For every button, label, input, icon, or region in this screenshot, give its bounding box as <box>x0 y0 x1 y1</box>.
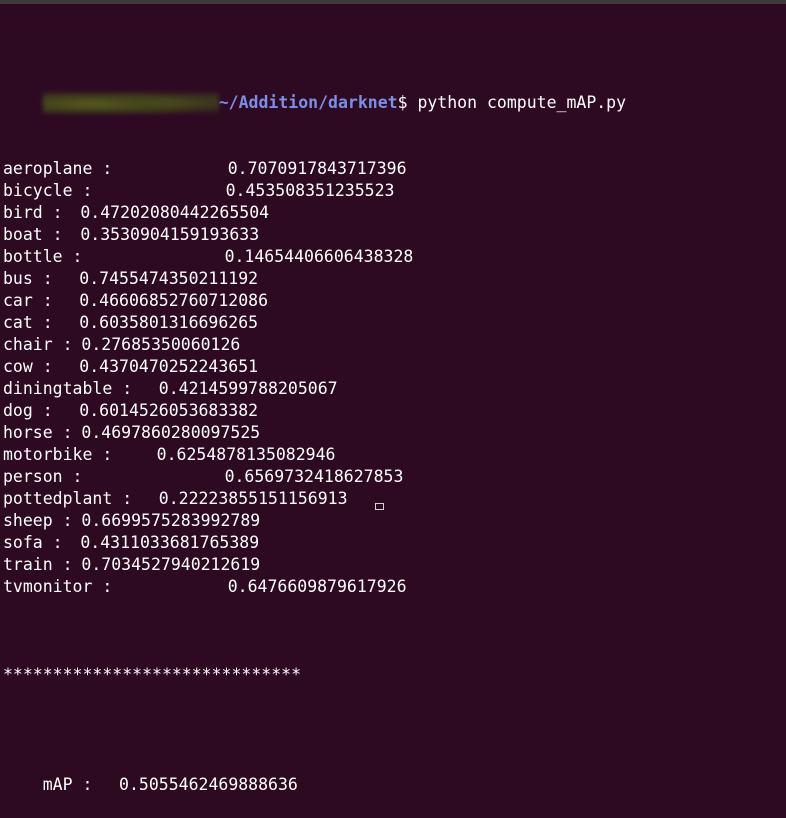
class-ap-row: bird : 0.47202080442265504 <box>0 202 786 224</box>
class-ap-row: car : 0.46606852760712086 <box>0 290 786 312</box>
class-name-label: aeroplane : <box>3 159 113 178</box>
class-ap-value: 0.453508351235523 <box>225 181 395 200</box>
class-ap-row: horse : 0.4697860280097525 <box>0 422 786 444</box>
class-ap-value: 0.6035801316696265 <box>79 313 259 332</box>
class-ap-row: motorbike : 0.6254878135082946 <box>0 444 786 466</box>
class-ap-value: 0.47202080442265504 <box>80 203 270 222</box>
class-ap-row: pottedplant : 0.22223855151156913 <box>0 488 786 510</box>
class-ap-row: dog : 0.6014526053683382 <box>0 400 786 422</box>
class-ap-row: bottle : 0.14654406606438328 <box>0 246 786 268</box>
class-ap-row: bicycle : 0.453508351235523 <box>0 180 786 202</box>
separator-line: ****************************** <box>3 665 302 684</box>
class-name-label: tvmonitor : <box>3 577 113 596</box>
class-name-label: dog : <box>3 401 53 420</box>
prompt-command <box>408 93 418 112</box>
class-ap-row: boat : 0.3530904159193633 <box>0 224 786 246</box>
class-ap-row: chair : 0.27685350060126 <box>0 334 786 356</box>
map-label: mAP : <box>42 775 93 794</box>
class-ap-value: 0.6014526053683382 <box>79 401 259 420</box>
class-ap-row: cow : 0.4370470252243651 <box>0 356 786 378</box>
class-ap-row: sheep : 0.6699575283992789 <box>0 510 786 532</box>
text-cursor <box>375 503 384 510</box>
class-ap-value: 0.4370470252243651 <box>79 357 259 376</box>
class-name-label: person : <box>3 467 83 486</box>
class-ap-value: 0.22223855151156913 <box>158 489 348 508</box>
map-summary-line: mAP : 0.5055462469888636 <box>0 752 786 794</box>
class-name-label: pottedplant : <box>3 489 133 508</box>
class-name-label: diningtable : <box>3 379 133 398</box>
class-name-label: cat : <box>3 313 53 332</box>
class-ap-row: sofa : 0.4311033681765389 <box>0 532 786 554</box>
map-value: 0.5055462469888636 <box>119 775 298 794</box>
class-ap-value: 0.6699575283992789 <box>81 511 261 530</box>
class-name-label: bus : <box>3 269 53 288</box>
class-ap-row: diningtable : 0.4214599788205067 <box>0 378 786 400</box>
class-ap-value: 0.4214599788205067 <box>158 379 338 398</box>
shell-prompt-line: ~/Addition/darknet$ python compute_mAP.p… <box>0 70 786 114</box>
class-ap-row: aeroplane : 0.7070917843717396 <box>0 158 786 180</box>
class-name-label: chair : <box>3 335 73 354</box>
redacted-user-host <box>42 92 219 114</box>
prompt-dollar-symbol: $ <box>397 93 408 112</box>
class-name-label: bird : <box>3 203 63 222</box>
class-name-label: sofa : <box>3 533 63 552</box>
class-ap-value: 0.4697860280097525 <box>81 423 261 442</box>
class-ap-row: person : 0.6569732418627853 <box>0 466 786 488</box>
class-name-label: horse : <box>3 423 73 442</box>
class-name-label: bottle : <box>3 247 83 266</box>
class-ap-value: 0.27685350060126 <box>81 335 241 354</box>
class-name-label: car : <box>3 291 53 310</box>
terminal-output-area[interactable]: ~/Addition/darknet$ python compute_mAP.p… <box>0 4 786 794</box>
class-ap-value: 0.4311033681765389 <box>80 533 260 552</box>
entered-command: python compute_mAP.py <box>417 93 627 112</box>
class-ap-value: 0.7034527940212619 <box>81 555 261 574</box>
class-ap-list: aeroplane : 0.7070917843717396 bicycle : 0.… <box>0 158 786 598</box>
class-ap-value: 0.3530904159193633 <box>80 225 260 244</box>
class-ap-value: 0.7455474350211192 <box>79 269 259 288</box>
class-name-label: sheep : <box>3 511 73 530</box>
class-ap-value: 0.7070917843717396 <box>227 159 407 178</box>
class-name-label: motorbike : <box>3 445 113 464</box>
prompt-path: ~/Addition/darknet <box>218 93 398 112</box>
class-ap-value: 0.6569732418627853 <box>224 467 404 486</box>
class-ap-row: tvmonitor : 0.6476609879617926 <box>0 576 786 598</box>
class-name-label: cow : <box>3 357 53 376</box>
class-ap-value: 0.46606852760712086 <box>79 291 269 310</box>
class-ap-value: 0.6254878135082946 <box>156 445 336 464</box>
class-ap-row: cat : 0.6035801316696265 <box>0 312 786 334</box>
class-name-label: bicycle : <box>3 181 93 200</box>
class-name-label: boat : <box>3 225 63 244</box>
class-ap-row: train : 0.7034527940212619 <box>0 554 786 576</box>
class-ap-value: 0.6476609879617926 <box>227 577 407 596</box>
class-name-label: train : <box>3 555 73 574</box>
class-ap-row: bus : 0.7455474350211192 <box>0 268 786 290</box>
class-ap-value: 0.14654406606438328 <box>224 247 414 266</box>
